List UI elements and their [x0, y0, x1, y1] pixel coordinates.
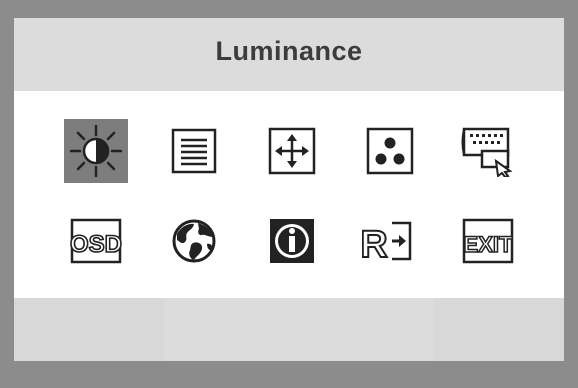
info-icon — [270, 219, 314, 263]
monitor-connector-icon — [461, 127, 513, 177]
footer-status-area — [164, 298, 434, 361]
image-setup-item[interactable] — [162, 119, 226, 183]
reset-icon: R — [362, 221, 412, 265]
exit-icon-text: EXIT — [464, 232, 513, 257]
footer-bar — [14, 298, 564, 361]
input-select-item[interactable] — [456, 119, 520, 183]
osd-icon-text: OSD — [70, 231, 122, 258]
osd-icon: OSD — [70, 218, 122, 264]
color-item[interactable] — [358, 119, 422, 183]
color-dots-icon — [366, 127, 414, 175]
exit-item[interactable]: EXIT — [456, 209, 520, 273]
reset-icon-text: R — [362, 224, 388, 265]
globe-icon — [172, 219, 216, 263]
exit-icon: EXIT — [462, 218, 514, 264]
luminance-item[interactable] — [64, 119, 128, 183]
brightness-icon — [69, 124, 123, 178]
lines-icon — [171, 128, 217, 174]
osd-setup-item[interactable]: OSD — [64, 209, 128, 273]
language-item[interactable] — [162, 209, 226, 273]
title-bar: Luminance — [14, 18, 564, 91]
move-arrows-icon — [268, 127, 316, 175]
information-item[interactable] — [260, 209, 324, 273]
position-item[interactable] — [260, 119, 324, 183]
reset-item[interactable]: R — [358, 209, 422, 273]
icon-grid: OSD R EXIT — [14, 91, 564, 298]
osd-frame: Luminance OSD R EXIT — [0, 0, 578, 388]
menu-title: Luminance — [215, 36, 363, 66]
osd-menu-panel: Luminance OSD R EXIT — [14, 18, 564, 361]
